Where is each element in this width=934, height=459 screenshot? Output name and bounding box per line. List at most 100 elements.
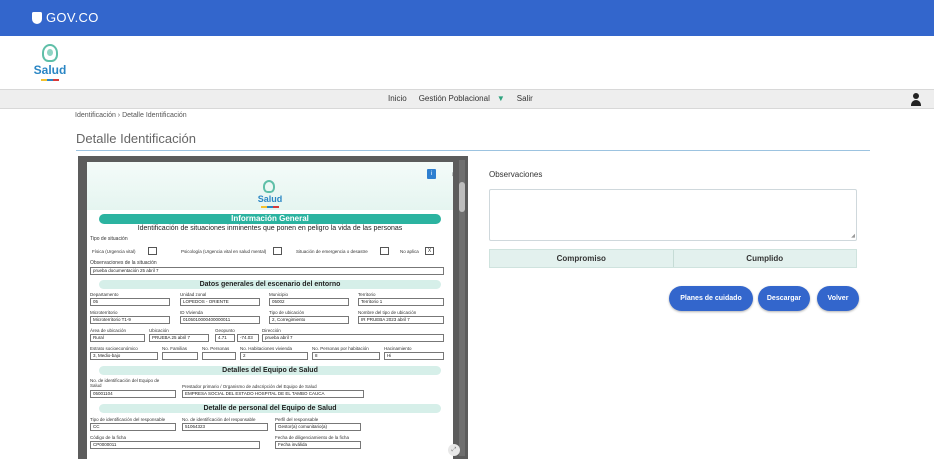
geopunto-label: Geopunto: [215, 328, 235, 333]
observaciones-textarea[interactable]: ◢: [489, 189, 857, 241]
direccion-label: Dirección: [262, 328, 281, 333]
hacinamiento-label: Hacinamiento: [384, 346, 412, 351]
num-habitaciones-label: No. Habitaciones vivienda: [240, 346, 293, 351]
obs-situacion-field: prueba documentación 25 abril 7: [90, 267, 444, 275]
tipo-id-responsable-label: Tipo de identificación del responsable: [90, 417, 166, 422]
geopunto-lat-field: 4.71: [215, 334, 235, 342]
gov-logo-text: GOV.CO: [46, 10, 99, 25]
fecha-ficha-label: Fecha de diligenciamiento de la ficha: [275, 435, 350, 440]
sit-no-aplica-label: No aplica: [400, 249, 419, 254]
unidad-zonal-field: LOPEDOS - ORIENTE: [180, 298, 260, 306]
pdf-viewer[interactable]: Salud Información General Identificación…: [78, 156, 468, 459]
nombre-tipo-ubicacion-field: IR PRUEBA 2023 abril 7: [358, 316, 444, 324]
section-entorno: Datos generales del escenario del entorn…: [99, 280, 441, 289]
user-icon[interactable]: [910, 93, 922, 106]
obs-situacion-label: Observaciones de la situación: [90, 260, 157, 266]
viewer-scroll-thumb[interactable]: [459, 182, 465, 212]
territorio-label: Territorio: [358, 292, 376, 297]
municipio-field: 05002: [269, 298, 349, 306]
microterritorio-field: Microterritorio T1-9: [90, 316, 170, 324]
sit-no-aplica-checkbox: X: [425, 247, 434, 255]
departamento-label: Departamento: [90, 292, 119, 297]
col-compromiso: Compromiso: [556, 254, 606, 263]
prestador-field: EMPRESA SOCIAL DEL ESTADO HOSPITAL DE EL…: [182, 390, 364, 398]
brand-name: Salud: [33, 63, 67, 77]
breadcrumb[interactable]: Identificación › Detalle Identificación: [75, 112, 187, 119]
fecha-ficha-field: Fecha inválida: [275, 441, 361, 449]
tipo-situacion-label: Tipo de situación: [90, 236, 128, 242]
tipo-ubicacion-field: 2, Corregimiento: [269, 316, 349, 324]
area-ubicacion-field: Rural: [90, 334, 145, 342]
codigo-ficha-label: Código de la ficha: [90, 435, 127, 440]
nav-inicio[interactable]: Inicio: [388, 94, 407, 103]
doc-flag-stripe: [261, 206, 279, 208]
triangle-down-icon[interactable]: ▼: [497, 94, 505, 103]
section-personal-equipo: Detalle de personal del Equipo de Salud: [99, 404, 441, 413]
col-cumplido: Cumplido: [672, 250, 857, 267]
main-navbar: Inicio Gestión Poblacional ▼ Salir: [0, 89, 934, 109]
num-familias-label: No. Familias: [162, 346, 188, 351]
page-title: Detalle Identificación: [76, 131, 196, 146]
unidad-zonal-label: Unidad zonal: [180, 292, 207, 297]
resize-grip-icon[interactable]: ◢: [851, 233, 855, 239]
territorio-field: Territorio 1: [358, 298, 444, 306]
flag-stripe: [41, 79, 59, 81]
descargar-button[interactable]: Descargar: [758, 286, 810, 311]
tipo-ubicacion-label: Tipo de ubicación: [269, 310, 305, 315]
gov-shield-icon: [32, 11, 42, 24]
num-familias-field: [162, 352, 198, 360]
ubicacion-label: Ubicación: [149, 328, 169, 333]
print-icon[interactable]: ⎙: [451, 169, 453, 179]
direccion-field: prueba abril 7: [262, 334, 444, 342]
sit-fisica-checkbox: [148, 247, 157, 255]
ubicacion-field: PRUEBA 25 abril 7: [149, 334, 209, 342]
gov-co-logo[interactable]: GOV.CO: [32, 10, 99, 25]
doc-salud-emblem-icon: [263, 180, 275, 193]
nav-gestion-poblacional[interactable]: Gestión Poblacional: [419, 94, 490, 103]
estrato-label: Estrato socioeconómico: [90, 346, 138, 351]
doc-brand: Salud: [257, 194, 283, 204]
num-id-responsable-label: No. de identificación del responsable: [182, 417, 256, 422]
departamento-field: 05: [90, 298, 170, 306]
gov-top-bar: GOV.CO: [0, 0, 934, 36]
info-icon[interactable]: i: [427, 169, 436, 179]
id-equipo-field: 05001104: [90, 390, 176, 398]
tipo-id-responsable-field: CC: [90, 423, 176, 431]
sit-psicologia-label: Psicología (Urgencia vital en salud ment…: [181, 249, 267, 254]
sit-emergencia-checkbox: [380, 247, 389, 255]
num-personas-field: [202, 352, 236, 360]
nombre-tipo-ubicacion-label: Nombre del tipo de ubicación: [358, 310, 417, 315]
num-id-responsable-field: 51064323: [182, 423, 268, 431]
prestador-label: Prestador primario / Organismo de adscri…: [182, 384, 317, 389]
num-habitaciones-field: 2: [240, 352, 308, 360]
estrato-field: 3, Medio-bajo: [90, 352, 158, 360]
sit-psicologia-checkbox: [273, 247, 282, 255]
id-vivienda-field: 0105010000400000011: [180, 316, 260, 324]
personas-habitacion-label: No. Personas por habitación: [312, 346, 369, 351]
municipio-label: Municipio: [269, 292, 289, 297]
nav-salir[interactable]: Salir: [517, 94, 533, 103]
salud-emblem-icon: [42, 44, 58, 62]
salud-logo[interactable]: Salud: [30, 44, 70, 84]
perfil-responsable-label: Perfil del responsable: [275, 417, 319, 422]
geopunto-lon-field: -74.03: [237, 334, 259, 342]
perfil-responsable-field: Gestor(a) comunitario(a): [275, 423, 361, 431]
hacinamiento-field: Hi: [384, 352, 444, 360]
title-divider: [76, 150, 870, 151]
codigo-ficha-field: CP0000011: [90, 441, 260, 449]
id-vivienda-label: ID Vivienda: [180, 310, 203, 315]
personas-habitacion-field: 8: [312, 352, 380, 360]
observaciones-label: Observaciones: [489, 170, 543, 179]
planes-cuidado-button[interactable]: Planes de cuidado: [669, 286, 753, 311]
sit-fisica-label: Física (Urgencia vital): [92, 249, 136, 254]
doc-subtitle: Identificación de situaciones inminentes…: [137, 225, 403, 232]
pdf-page: Salud Información General Identificación…: [87, 162, 453, 459]
viewer-scrollbar[interactable]: [459, 160, 465, 456]
expand-icon[interactable]: ⤢: [448, 444, 460, 456]
area-ubicacion-label: Área de ubicación: [90, 328, 127, 333]
volver-button[interactable]: Volver: [817, 286, 859, 311]
section-informacion-general: Información General: [99, 214, 441, 224]
num-personas-label: No. Personas: [202, 346, 230, 351]
id-equipo-label: No. de identificación del Equipo de Salu…: [90, 378, 160, 388]
sit-emergencia-label: Situación de emergencia o desastre: [296, 249, 368, 254]
